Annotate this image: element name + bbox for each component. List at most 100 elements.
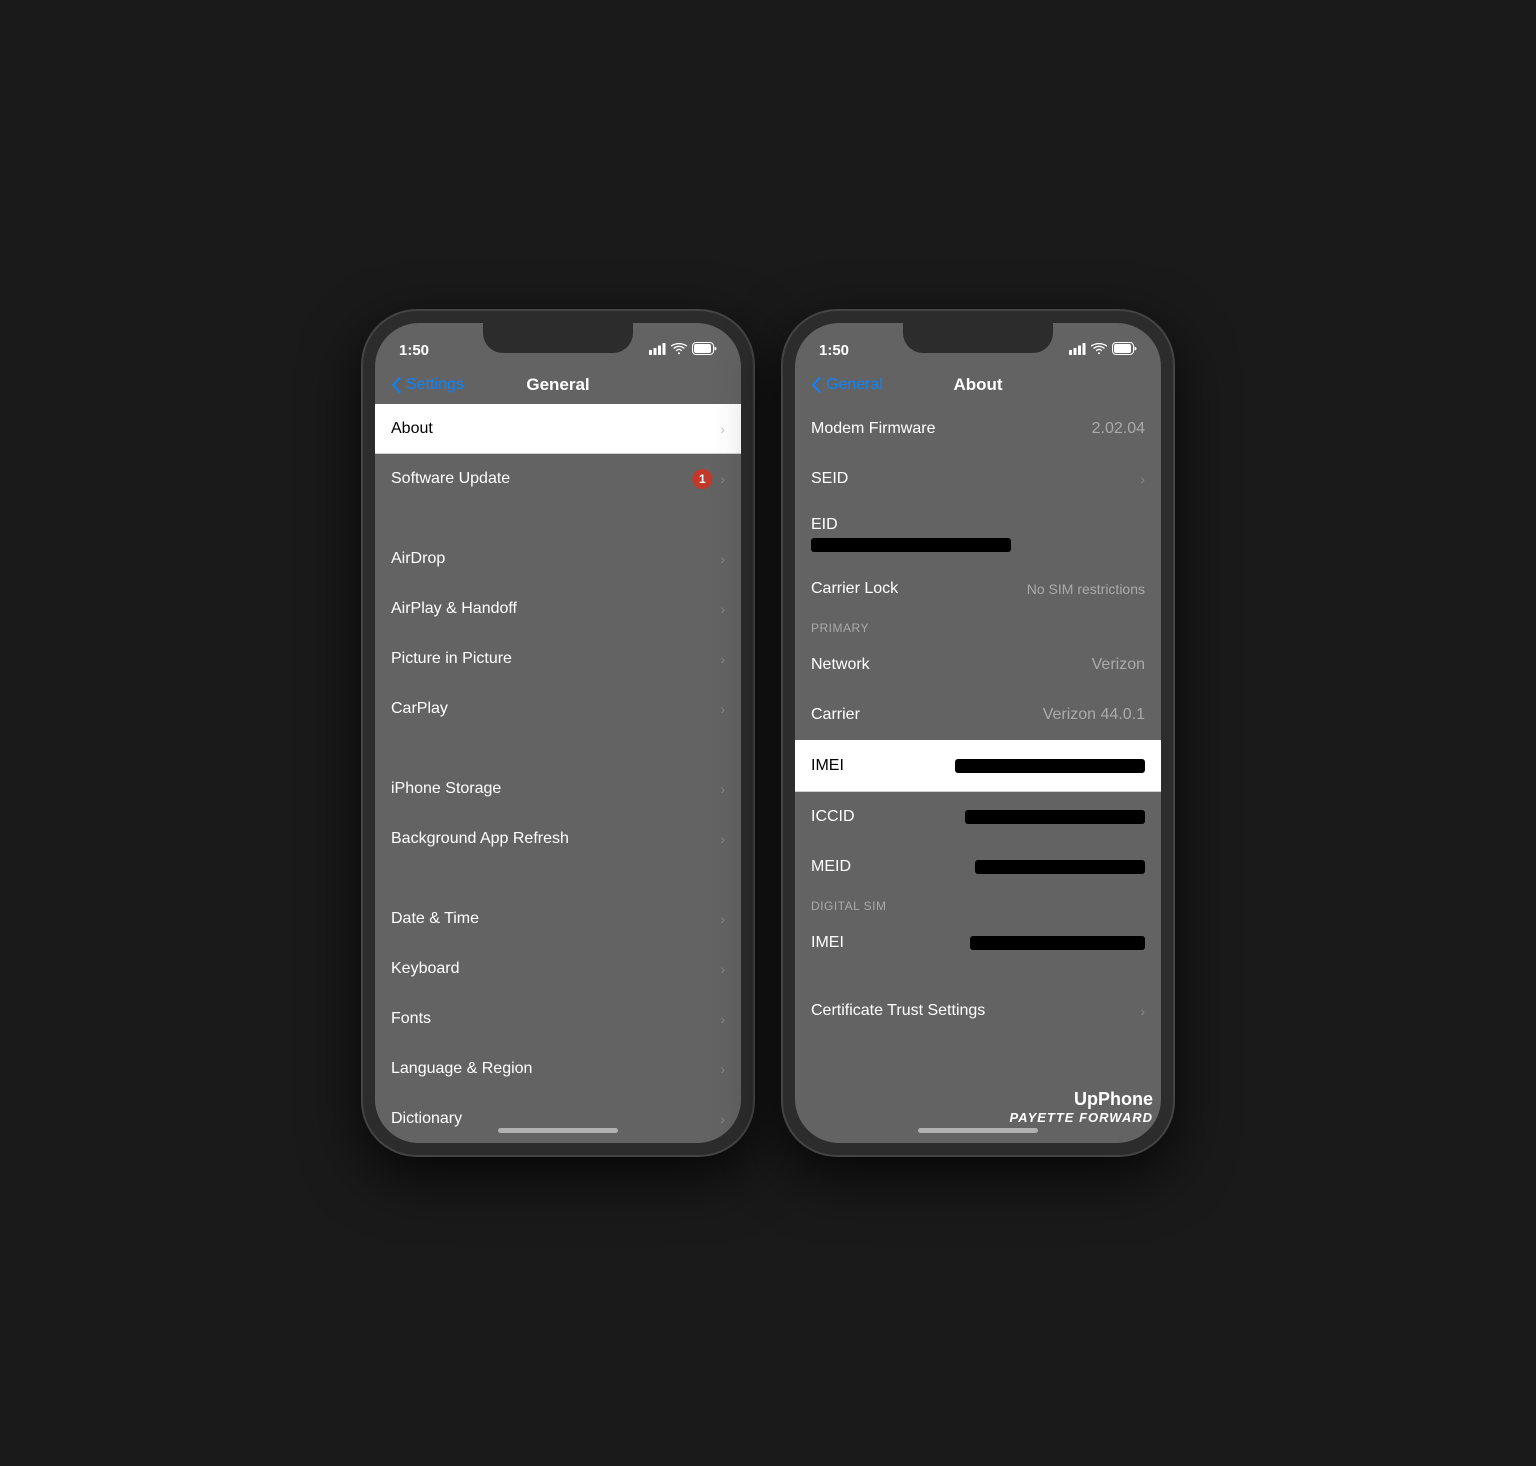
chevron-storage: › xyxy=(720,781,725,797)
row-fonts[interactable]: Fonts › xyxy=(375,994,741,1044)
row-imei: IMEI xyxy=(795,740,1161,792)
watermark: UpPhone PAYETTE FORWARD xyxy=(1009,1089,1153,1125)
row-language-region[interactable]: Language & Region › xyxy=(375,1044,741,1094)
row-background-refresh-label: Background App Refresh xyxy=(391,830,569,848)
back-button-left[interactable]: Settings xyxy=(391,376,464,394)
time-right: 1:50 xyxy=(819,342,849,359)
row-date-time-label: Date & Time xyxy=(391,910,479,928)
chevron-keyboard: › xyxy=(720,961,725,977)
back-button-right[interactable]: General xyxy=(811,376,883,394)
chevron-software-update: › xyxy=(720,471,725,487)
software-update-badge: 1 xyxy=(692,469,712,489)
row-dictionary-label: Dictionary xyxy=(391,1110,462,1128)
modem-firmware-label: Modem Firmware xyxy=(811,420,935,438)
imei-label: IMEI xyxy=(811,757,844,775)
home-indicator-left xyxy=(498,1128,618,1133)
nav-bar-left: Settings General xyxy=(375,367,741,403)
row-about[interactable]: About › xyxy=(375,404,741,454)
chevron-airdrop: › xyxy=(720,551,725,567)
row-airplay-handoff[interactable]: AirPlay & Handoff › xyxy=(375,584,741,634)
carrier-lock-value: No SIM restrictions xyxy=(1027,581,1145,597)
row-keyboard[interactable]: Keyboard › xyxy=(375,944,741,994)
seid-label: SEID xyxy=(811,470,848,488)
row-about-right: › xyxy=(720,421,725,437)
nav-title-right: About xyxy=(953,375,1002,395)
chevron-carplay: › xyxy=(720,701,725,717)
row-carplay-label: CarPlay xyxy=(391,700,448,718)
row-language-region-label: Language & Region xyxy=(391,1060,532,1078)
row-picture-in-picture[interactable]: Picture in Picture › xyxy=(375,634,741,684)
iccid-redacted xyxy=(965,810,1145,824)
notch-right xyxy=(903,323,1053,353)
battery-icon xyxy=(692,342,717,358)
imei-redacted xyxy=(955,759,1145,773)
chevron-about: › xyxy=(720,421,725,437)
row-airdrop[interactable]: AirDrop › xyxy=(375,534,741,584)
carrier-lock-label: Carrier Lock xyxy=(811,580,898,598)
row-software-update[interactable]: Software Update 1 › xyxy=(375,454,741,504)
row-fonts-label: Fonts xyxy=(391,1010,431,1028)
row-iphone-storage-label: iPhone Storage xyxy=(391,780,501,798)
chevron-fonts: › xyxy=(720,1011,725,1027)
row-certificate-trust[interactable]: Certificate Trust Settings › xyxy=(795,986,1161,1036)
right-phone-screen: 1:50 xyxy=(795,323,1161,1143)
status-icons-right xyxy=(1069,342,1137,358)
row-dictionary[interactable]: Dictionary › xyxy=(375,1094,741,1143)
time-left: 1:50 xyxy=(399,342,429,359)
chevron-pip: › xyxy=(720,651,725,667)
notch xyxy=(483,323,633,353)
section-2-left: AirDrop › AirPlay & Handoff › Picture in… xyxy=(375,533,741,735)
row-iphone-storage[interactable]: iPhone Storage › xyxy=(375,764,741,814)
row-carrier: Carrier Verizon 44.0.1 xyxy=(795,690,1161,740)
section-1-left: About › Software Update 1 › xyxy=(375,403,741,505)
row-airplay-handoff-label: AirPlay & Handoff xyxy=(391,600,517,618)
watermark-payette: PAYETTE FORWARD xyxy=(1009,1110,1153,1125)
chevron-language: › xyxy=(720,1061,725,1077)
iccid-label: ICCID xyxy=(811,808,855,826)
right-phone: 1:50 xyxy=(783,311,1173,1155)
network-label: Network xyxy=(811,656,870,674)
meid-label: MEID xyxy=(811,858,851,876)
home-indicator-right xyxy=(918,1128,1038,1133)
back-label-right: General xyxy=(826,376,883,394)
section-3-left: iPhone Storage › Background App Refresh … xyxy=(375,763,741,865)
left-phone: 1:50 xyxy=(363,311,753,1155)
eid-label: EID xyxy=(811,516,838,534)
chevron-certificate: › xyxy=(1140,1003,1145,1019)
watermark-upphone: UpPhone xyxy=(1009,1089,1153,1110)
nav-title-left: General xyxy=(526,375,589,395)
row-meid: MEID xyxy=(795,842,1161,892)
row-carplay[interactable]: CarPlay › xyxy=(375,684,741,734)
section-header-primary: PRIMARY xyxy=(795,615,1161,639)
meid-redacted xyxy=(975,860,1145,874)
battery-icon-right xyxy=(1112,342,1137,358)
carrier-value: Verizon 44.0.1 xyxy=(1043,706,1145,724)
row-seid[interactable]: SEID › xyxy=(795,454,1161,504)
modem-firmware-value: 2.02.04 xyxy=(1092,420,1145,438)
row-imei-digital: IMEI xyxy=(795,918,1161,968)
row-network: Network Verizon xyxy=(795,640,1161,690)
row-iccid: ICCID xyxy=(795,792,1161,842)
status-icons-left xyxy=(649,342,717,358)
row-carrier-lock: Carrier Lock No SIM restrictions xyxy=(795,564,1161,614)
row-keyboard-label: Keyboard xyxy=(391,960,460,978)
chevron-airplay: › xyxy=(720,601,725,617)
nav-bar-right: General About xyxy=(795,367,1161,403)
back-label-left: Settings xyxy=(406,376,464,394)
row-airdrop-label: AirDrop xyxy=(391,550,445,568)
about-list: Modem Firmware 2.02.04 SEID › EID Carrie… xyxy=(795,403,1161,615)
carrier-label: Carrier xyxy=(811,706,860,724)
signal-icon-right xyxy=(1069,343,1086,358)
signal-icon xyxy=(649,343,666,358)
row-date-time[interactable]: Date & Time › xyxy=(375,894,741,944)
chevron-seid: › xyxy=(1140,471,1145,487)
imei-digital-redacted xyxy=(970,936,1145,950)
row-eid: EID xyxy=(795,504,1161,564)
row-software-update-right: 1 › xyxy=(692,469,725,489)
network-value: Verizon xyxy=(1092,656,1145,674)
certificate-trust-label: Certificate Trust Settings xyxy=(811,1002,985,1020)
row-background-refresh[interactable]: Background App Refresh › xyxy=(375,814,741,864)
eid-redacted xyxy=(811,538,1011,552)
chevron-dictionary: › xyxy=(720,1111,725,1127)
wifi-icon-right xyxy=(1091,343,1107,358)
